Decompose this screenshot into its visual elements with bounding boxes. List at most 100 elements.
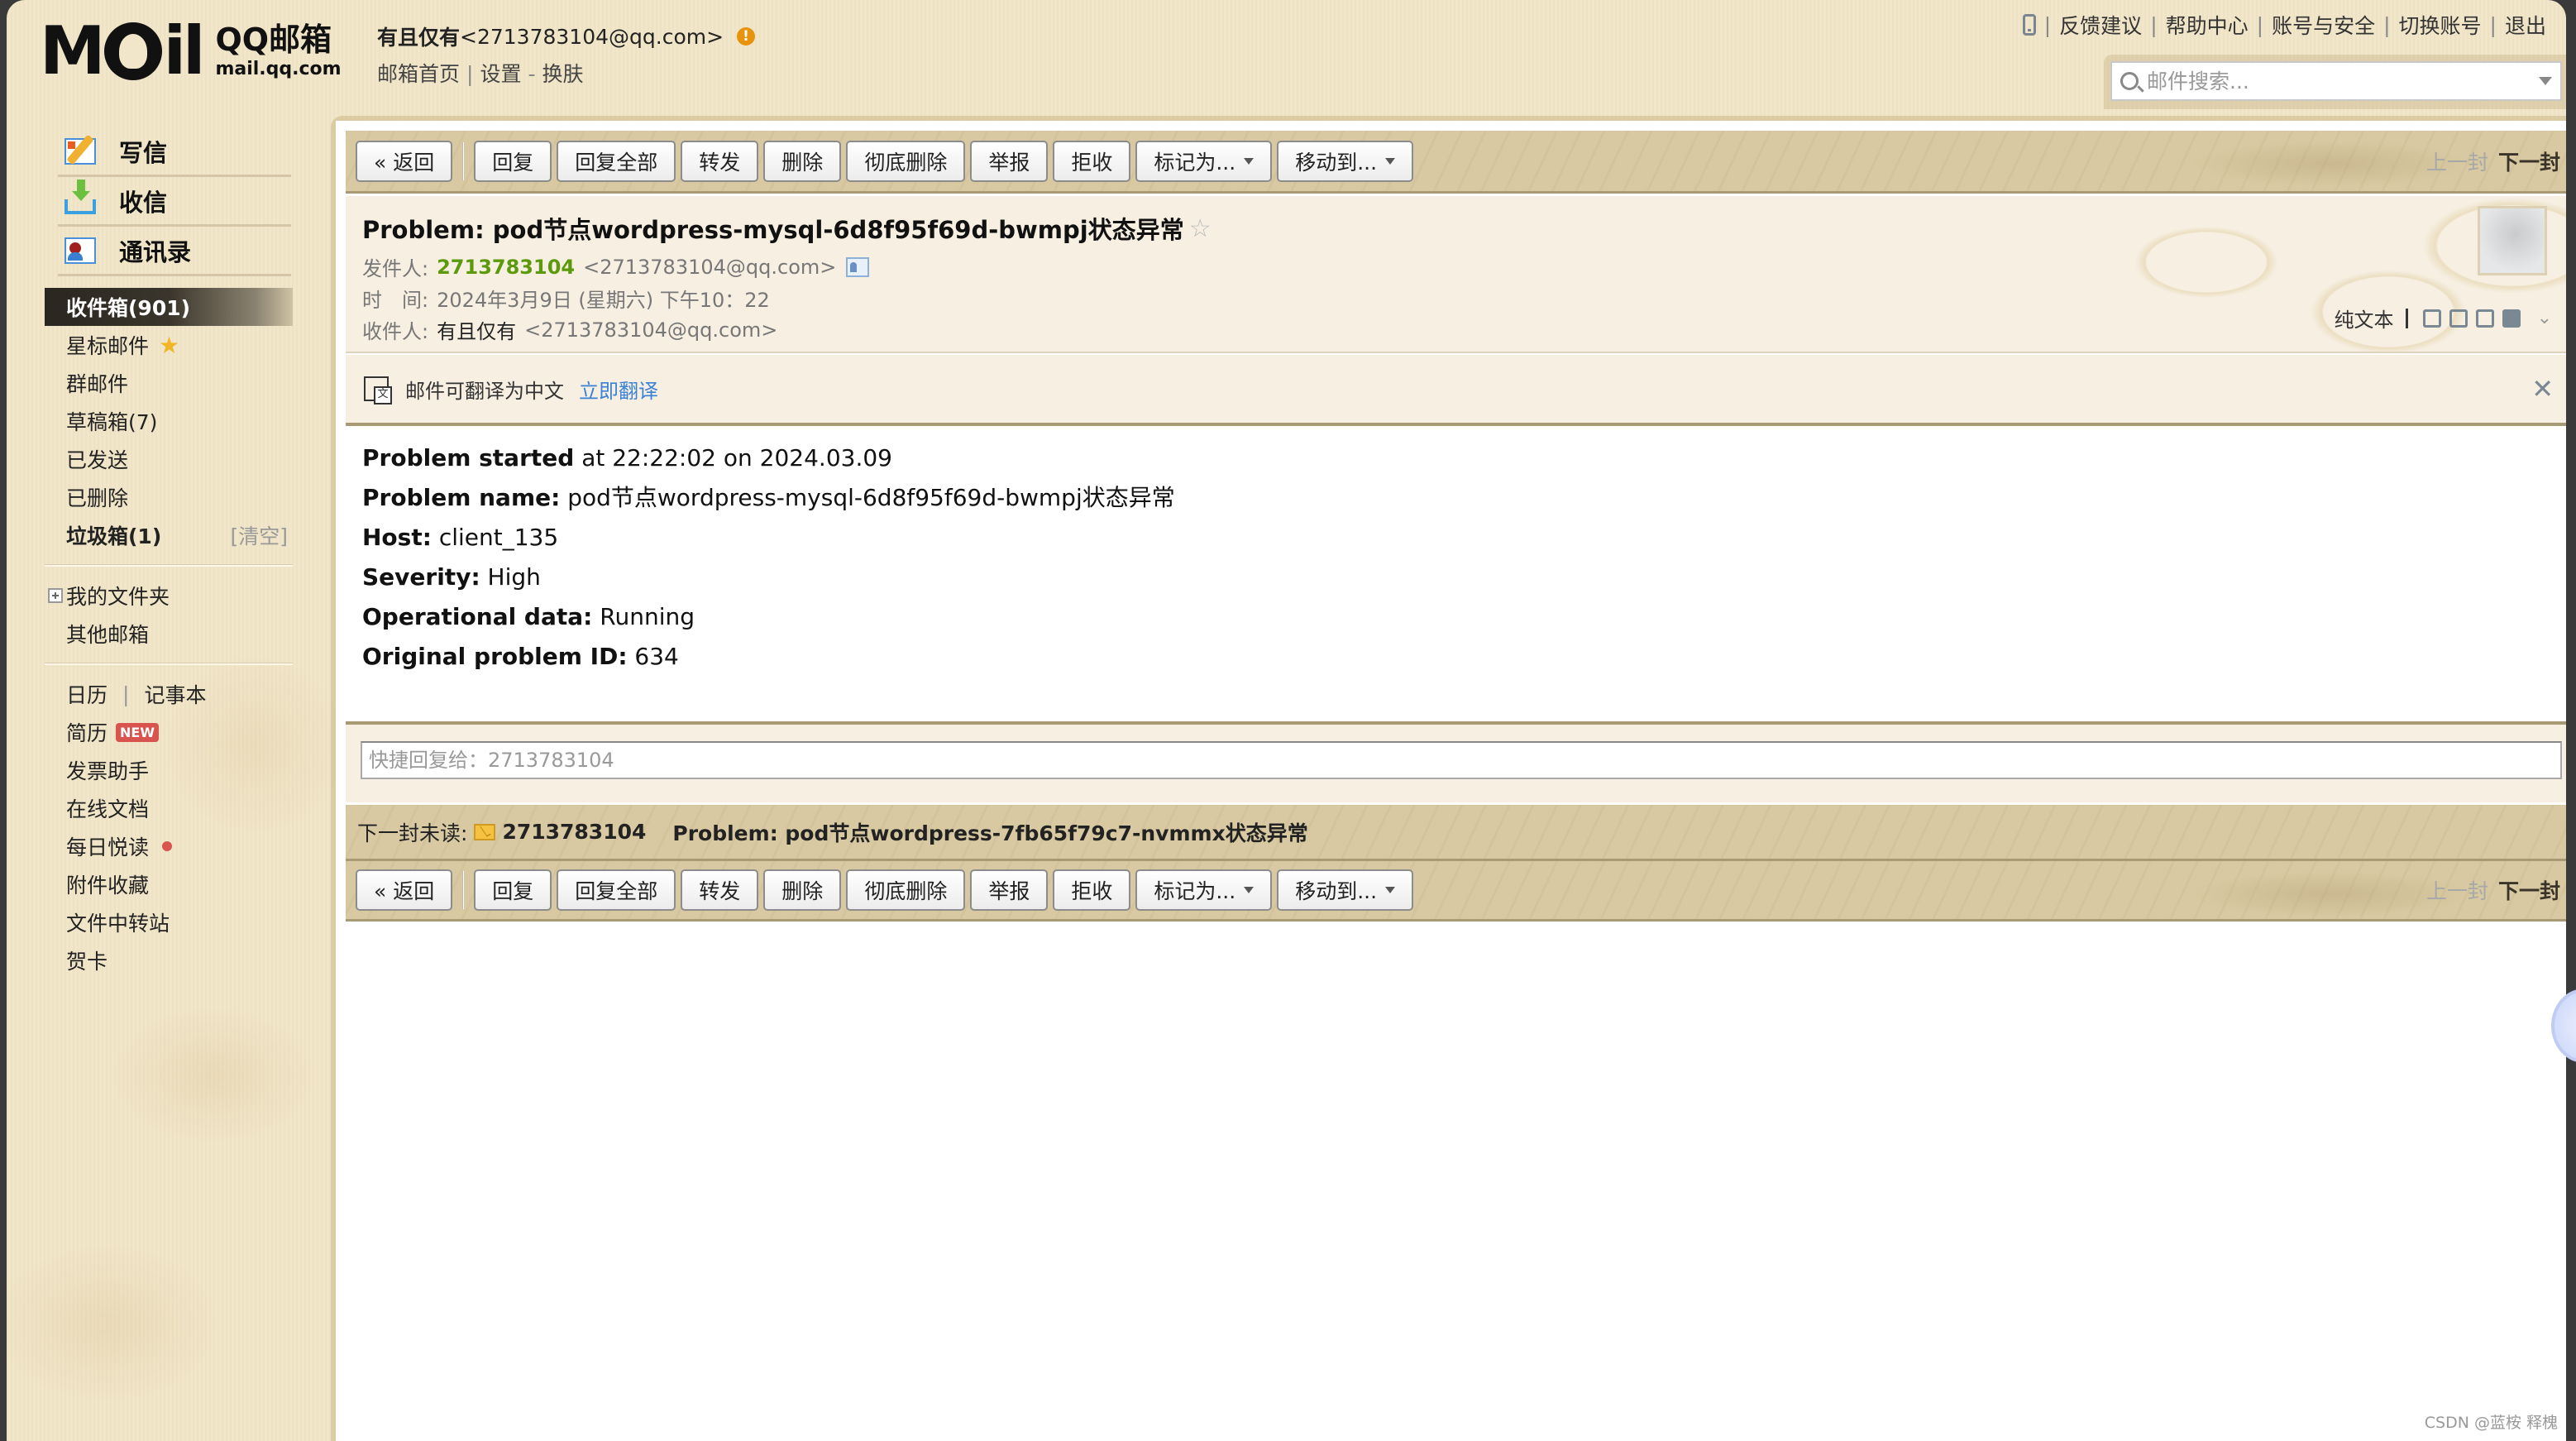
online-docs-link[interactable]: 在线文档 bbox=[45, 789, 293, 827]
greeting-card-link[interactable]: 贺卡 bbox=[45, 941, 293, 979]
translate-message: 邮件可翻译为中文 bbox=[405, 379, 564, 403]
separator: | bbox=[122, 682, 130, 706]
contacts-button[interactable]: 通讯录 bbox=[58, 227, 291, 276]
reply-all-button[interactable]: 回复全部 bbox=[557, 869, 676, 911]
invoice-assistant-link[interactable]: 发票助手 bbox=[45, 751, 293, 789]
quick-reply-input[interactable] bbox=[361, 741, 2562, 779]
switch-account-link[interactable]: 切换账号 bbox=[2399, 10, 2482, 40]
folder-inbox[interactable]: 收件箱(901) bbox=[45, 288, 293, 326]
mobile-phone-icon[interactable] bbox=[2022, 14, 2036, 36]
download-icon[interactable] bbox=[2475, 309, 2494, 328]
user-name: 有且仅有 bbox=[377, 26, 461, 50]
permanent-delete-button[interactable]: 彻底删除 bbox=[846, 869, 966, 911]
chevron-down-icon bbox=[1244, 157, 1255, 165]
reply-button[interactable]: 回复 bbox=[474, 140, 552, 182]
next-unread-subject[interactable]: Problem: pod节点wordpress-7fb65f79c7-nvmmx… bbox=[672, 817, 1307, 847]
body-key: Original problem ID: bbox=[362, 643, 628, 670]
logo-domain: mail.qq.com bbox=[215, 59, 342, 79]
resume-label: 简历 bbox=[66, 721, 108, 745]
attachment-favorites-link[interactable]: 附件收藏 bbox=[45, 865, 293, 903]
compose-label: 写信 bbox=[119, 138, 168, 167]
back-button[interactable]: « 返回 bbox=[356, 869, 453, 911]
other-mailboxes[interactable]: 其他邮箱 bbox=[45, 615, 293, 653]
change-skin-link[interactable]: 换肤 bbox=[542, 62, 584, 86]
toolbar-separator bbox=[462, 141, 465, 180]
next-unread-label: 下一封未读: bbox=[357, 821, 468, 845]
reject-button[interactable]: 拒收 bbox=[1053, 869, 1131, 911]
compose-button[interactable]: 写信 bbox=[58, 127, 291, 177]
expand-plus-icon[interactable] bbox=[48, 588, 63, 603]
folder-label: 草稿箱(7) bbox=[66, 410, 158, 434]
mark-as-dropdown[interactable]: 标记为... bbox=[1135, 140, 1273, 182]
daily-read-link[interactable]: 每日悦读 bbox=[45, 827, 293, 865]
delete-button[interactable]: 删除 bbox=[763, 869, 842, 911]
body-value: client_135 bbox=[431, 524, 559, 551]
mailbox-home-link[interactable]: 邮箱首页 bbox=[377, 62, 460, 86]
plain-text-link[interactable]: 纯文本 bbox=[2335, 304, 2394, 333]
folder-deleted[interactable]: 已删除 bbox=[45, 478, 293, 516]
sender-avatar[interactable] bbox=[2478, 206, 2547, 275]
permanent-delete-button[interactable]: 彻底删除 bbox=[846, 140, 966, 182]
search-options-dropdown-icon[interactable] bbox=[2539, 77, 2552, 85]
folder-drafts[interactable]: 草稿箱(7) bbox=[45, 402, 293, 440]
help-center-link[interactable]: 帮助中心 bbox=[2166, 10, 2249, 40]
logo-wordmark: Mil bbox=[40, 18, 205, 84]
from-label: 发件人: bbox=[362, 257, 429, 280]
contact-card-icon[interactable] bbox=[846, 256, 870, 277]
resume-link[interactable]: 简历 NEW bbox=[45, 713, 293, 751]
delete-button[interactable]: 删除 bbox=[763, 140, 842, 182]
print-icon[interactable] bbox=[2502, 309, 2521, 328]
account-security-link[interactable]: 账号与安全 bbox=[2272, 10, 2375, 40]
mark-as-dropdown[interactable]: 标记为... bbox=[1135, 869, 1273, 911]
file-transfer-link[interactable]: 文件中转站 bbox=[45, 903, 293, 941]
body-value: 634 bbox=[627, 643, 679, 670]
top-links: | 反馈建议 | 帮助中心 | 账号与安全 | 切换账号 | 退出 bbox=[2022, 10, 2546, 40]
forward-button[interactable]: 转发 bbox=[681, 140, 759, 182]
calendar-link[interactable]: 日历 bbox=[66, 679, 108, 709]
reply-button[interactable]: 回复 bbox=[474, 869, 552, 911]
notes-link[interactable]: 记事本 bbox=[144, 679, 206, 709]
sender-name[interactable]: 2713783104 bbox=[437, 256, 575, 279]
other-mailboxes-label: 其他邮箱 bbox=[66, 623, 150, 647]
folder-starred[interactable]: 星标邮件 ★ bbox=[45, 326, 293, 364]
folder-group-mail[interactable]: 群邮件 bbox=[45, 364, 293, 402]
my-folders[interactable]: 我的文件夹 bbox=[45, 577, 293, 615]
mail-body: Problem started at 22:22:02 on 2024.03.0… bbox=[362, 438, 1175, 677]
previous-mail-link[interactable]: 上一封 bbox=[2426, 875, 2488, 905]
new-window-icon[interactable] bbox=[2422, 309, 2441, 328]
receive-mail-button[interactable]: 收信 bbox=[58, 177, 291, 227]
feedback-link[interactable]: 反馈建议 bbox=[2059, 10, 2142, 40]
empty-spam-link[interactable]: [清空] bbox=[230, 520, 288, 550]
search-box[interactable] bbox=[2110, 61, 2562, 101]
reject-button[interactable]: 拒收 bbox=[1053, 140, 1131, 182]
divider bbox=[45, 663, 293, 665]
move-to-dropdown[interactable]: 移动到... bbox=[1277, 869, 1414, 911]
logout-link[interactable]: 退出 bbox=[2505, 10, 2546, 40]
next-mail-link[interactable]: 下一封 bbox=[2498, 875, 2560, 905]
forward-button[interactable]: 转发 bbox=[681, 869, 759, 911]
folder-sent[interactable]: 已发送 bbox=[45, 440, 293, 478]
body-line: Problem name: pod节点wordpress-mysql-6d8f9… bbox=[362, 478, 1175, 518]
body-value: Running bbox=[592, 603, 695, 630]
next-unread-sender[interactable]: 2713783104 bbox=[502, 820, 646, 844]
notes-icon[interactable] bbox=[2449, 309, 2468, 328]
move-to-dropdown[interactable]: 移动到... bbox=[1277, 140, 1414, 182]
recipient-name[interactable]: 有且仅有 bbox=[437, 315, 516, 344]
qq-mail-logo[interactable]: Mil QQ邮箱 mail.qq.com bbox=[40, 18, 342, 84]
back-button[interactable]: « 返回 bbox=[356, 140, 453, 182]
chevron-double-down-icon[interactable]: ⌄ bbox=[2537, 308, 2552, 328]
warning-icon[interactable]: ! bbox=[737, 27, 756, 45]
recipient-row: 收件人: 有且仅有 <2713783104@qq.com> bbox=[362, 315, 777, 344]
report-button[interactable]: 举报 bbox=[970, 140, 1049, 182]
mail-search-input[interactable] bbox=[2147, 69, 2539, 93]
translate-now-link[interactable]: 立即翻译 bbox=[579, 375, 658, 404]
close-icon[interactable]: ✕ bbox=[2531, 373, 2554, 405]
settings-link[interactable]: 设置 bbox=[480, 62, 521, 86]
next-mail-link[interactable]: 下一封 bbox=[2498, 146, 2560, 176]
folder-spam[interactable]: 垃圾箱(1) [清空] bbox=[45, 516, 293, 554]
mark-as-label: 标记为... bbox=[1154, 879, 1236, 903]
star-outline-icon[interactable]: ☆ bbox=[1189, 214, 1212, 243]
previous-mail-link[interactable]: 上一封 bbox=[2426, 146, 2488, 176]
reply-all-button[interactable]: 回复全部 bbox=[557, 140, 676, 182]
report-button[interactable]: 举报 bbox=[970, 869, 1049, 911]
